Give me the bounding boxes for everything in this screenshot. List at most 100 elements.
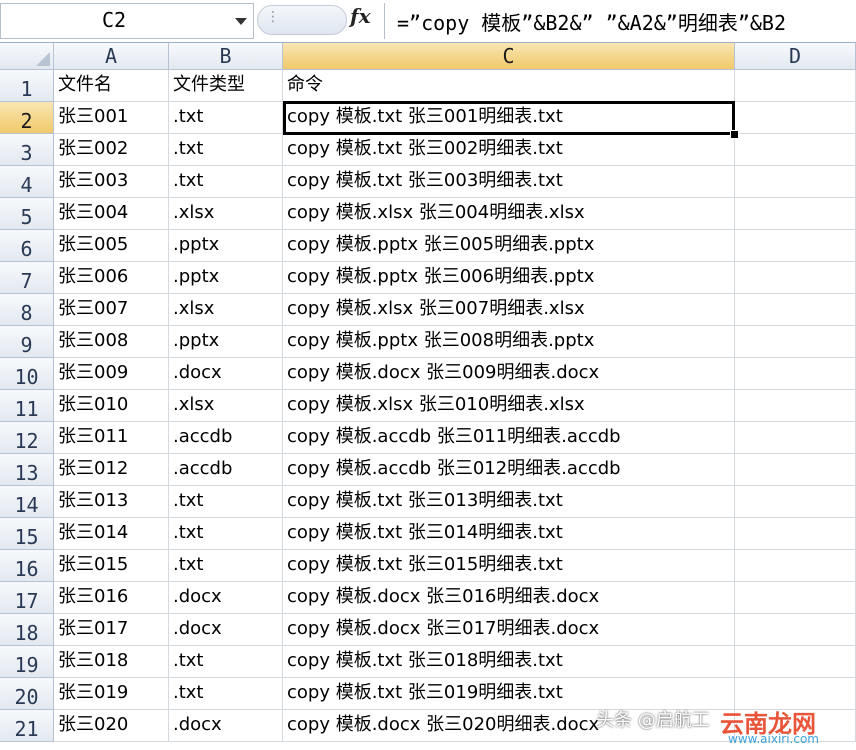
cell-c17[interactable]: copy 模板.docx 张三016明细表.docx <box>283 582 735 614</box>
cell-a4[interactable]: 张三003 <box>54 166 169 198</box>
cell-d19[interactable] <box>735 646 856 678</box>
cell-d3[interactable] <box>735 134 856 166</box>
formula-bar-resize-handle[interactable]: ⋮ <box>257 5 347 35</box>
cell-b15[interactable]: .txt <box>169 518 283 550</box>
cell-c13[interactable]: copy 模板.accdb 张三012明细表.accdb <box>283 454 735 486</box>
cell-a10[interactable]: 张三009 <box>54 358 169 390</box>
cell-d1[interactable] <box>735 70 856 102</box>
row-header-21[interactable]: 21 <box>0 710 54 742</box>
cell-b19[interactable]: .txt <box>169 646 283 678</box>
column-header-a[interactable]: A <box>54 43 169 70</box>
cell-b1[interactable]: 文件类型 <box>169 70 283 102</box>
column-header-c[interactable]: C <box>283 43 735 70</box>
cell-a19[interactable]: 张三018 <box>54 646 169 678</box>
cell-a17[interactable]: 张三016 <box>54 582 169 614</box>
row-header-19[interactable]: 19 <box>0 646 54 678</box>
row-header-6[interactable]: 6 <box>0 230 54 262</box>
cell-b4[interactable]: .txt <box>169 166 283 198</box>
cell-c9[interactable]: copy 模板.pptx 张三008明细表.pptx <box>283 326 735 358</box>
cell-b13[interactable]: .accdb <box>169 454 283 486</box>
cell-d17[interactable] <box>735 582 856 614</box>
cell-d12[interactable] <box>735 422 856 454</box>
cell-d13[interactable] <box>735 454 856 486</box>
cell-b18[interactable]: .docx <box>169 614 283 646</box>
row-header-14[interactable]: 14 <box>0 486 54 518</box>
name-box[interactable]: C2 <box>0 3 254 39</box>
cell-c12[interactable]: copy 模板.accdb 张三011明细表.accdb <box>283 422 735 454</box>
cell-a18[interactable]: 张三017 <box>54 614 169 646</box>
cell-d8[interactable] <box>735 294 856 326</box>
cell-c4[interactable]: copy 模板.txt 张三003明细表.txt <box>283 166 735 198</box>
row-header-3[interactable]: 3 <box>0 134 54 166</box>
fill-handle[interactable] <box>730 130 739 139</box>
cell-d4[interactable] <box>735 166 856 198</box>
row-header-15[interactable]: 15 <box>0 518 54 550</box>
row-header-16[interactable]: 16 <box>0 550 54 582</box>
cell-a16[interactable]: 张三015 <box>54 550 169 582</box>
cell-d11[interactable] <box>735 390 856 422</box>
cell-c11[interactable]: copy 模板.xlsx 张三010明细表.xlsx <box>283 390 735 422</box>
cell-b7[interactable]: .pptx <box>169 262 283 294</box>
cell-c8[interactable]: copy 模板.xlsx 张三007明细表.xlsx <box>283 294 735 326</box>
cell-c16[interactable]: copy 模板.txt 张三015明细表.txt <box>283 550 735 582</box>
cell-d9[interactable] <box>735 326 856 358</box>
row-header-5[interactable]: 5 <box>0 198 54 230</box>
cell-b20[interactable]: .txt <box>169 678 283 710</box>
cell-d7[interactable] <box>735 262 856 294</box>
cell-c14[interactable]: copy 模板.txt 张三013明细表.txt <box>283 486 735 518</box>
row-header-2[interactable]: 2 <box>0 102 54 134</box>
cell-b2[interactable]: .txt <box>169 102 283 134</box>
cell-b6[interactable]: .pptx <box>169 230 283 262</box>
row-header-12[interactable]: 12 <box>0 422 54 454</box>
formula-input[interactable]: =”copy 模板”&B2&” ”&A2&”明细表”&B2 <box>384 3 856 39</box>
cell-a1[interactable]: 文件名 <box>54 70 169 102</box>
row-header-11[interactable]: 11 <box>0 390 54 422</box>
cell-d10[interactable] <box>735 358 856 390</box>
row-header-4[interactable]: 4 <box>0 166 54 198</box>
cell-a2[interactable]: 张三001 <box>54 102 169 134</box>
cell-a12[interactable]: 张三011 <box>54 422 169 454</box>
cell-c19[interactable]: copy 模板.txt 张三018明细表.txt <box>283 646 735 678</box>
row-header-18[interactable]: 18 <box>0 614 54 646</box>
cell-a14[interactable]: 张三013 <box>54 486 169 518</box>
cell-a8[interactable]: 张三007 <box>54 294 169 326</box>
cell-b9[interactable]: .pptx <box>169 326 283 358</box>
cell-d2[interactable] <box>735 102 856 134</box>
cell-b3[interactable]: .txt <box>169 134 283 166</box>
cell-d15[interactable] <box>735 518 856 550</box>
row-header-20[interactable]: 20 <box>0 678 54 710</box>
cell-a7[interactable]: 张三006 <box>54 262 169 294</box>
cell-c18[interactable]: copy 模板.docx 张三017明细表.docx <box>283 614 735 646</box>
cell-b16[interactable]: .txt <box>169 550 283 582</box>
cell-b17[interactable]: .docx <box>169 582 283 614</box>
cell-a13[interactable]: 张三012 <box>54 454 169 486</box>
cell-c7[interactable]: copy 模板.pptx 张三006明细表.pptx <box>283 262 735 294</box>
cell-d5[interactable] <box>735 198 856 230</box>
cell-a20[interactable]: 张三019 <box>54 678 169 710</box>
cell-a5[interactable]: 张三004 <box>54 198 169 230</box>
column-header-b[interactable]: B <box>169 43 283 70</box>
row-header-13[interactable]: 13 <box>0 454 54 486</box>
insert-function-icon[interactable]: fx <box>350 4 371 28</box>
row-header-8[interactable]: 8 <box>0 294 54 326</box>
cell-a3[interactable]: 张三002 <box>54 134 169 166</box>
row-header-1[interactable]: 1 <box>0 70 54 102</box>
cell-c15[interactable]: copy 模板.txt 张三014明细表.txt <box>283 518 735 550</box>
cell-a21[interactable]: 张三020 <box>54 710 169 742</box>
cell-d18[interactable] <box>735 614 856 646</box>
column-header-d[interactable]: D <box>735 43 856 70</box>
cell-b12[interactable]: .accdb <box>169 422 283 454</box>
cell-c3[interactable]: copy 模板.txt 张三002明细表.txt <box>283 134 735 166</box>
cell-d14[interactable] <box>735 486 856 518</box>
cell-a15[interactable]: 张三014 <box>54 518 169 550</box>
chevron-down-icon[interactable] <box>235 18 247 25</box>
cell-c6[interactable]: copy 模板.pptx 张三005明细表.pptx <box>283 230 735 262</box>
cell-a11[interactable]: 张三010 <box>54 390 169 422</box>
cell-a6[interactable]: 张三005 <box>54 230 169 262</box>
row-header-10[interactable]: 10 <box>0 358 54 390</box>
cell-b8[interactable]: .xlsx <box>169 294 283 326</box>
cell-d6[interactable] <box>735 230 856 262</box>
cell-c10[interactable]: copy 模板.docx 张三009明细表.docx <box>283 358 735 390</box>
select-all-corner[interactable] <box>0 43 54 70</box>
cell-b21[interactable]: .docx <box>169 710 283 742</box>
